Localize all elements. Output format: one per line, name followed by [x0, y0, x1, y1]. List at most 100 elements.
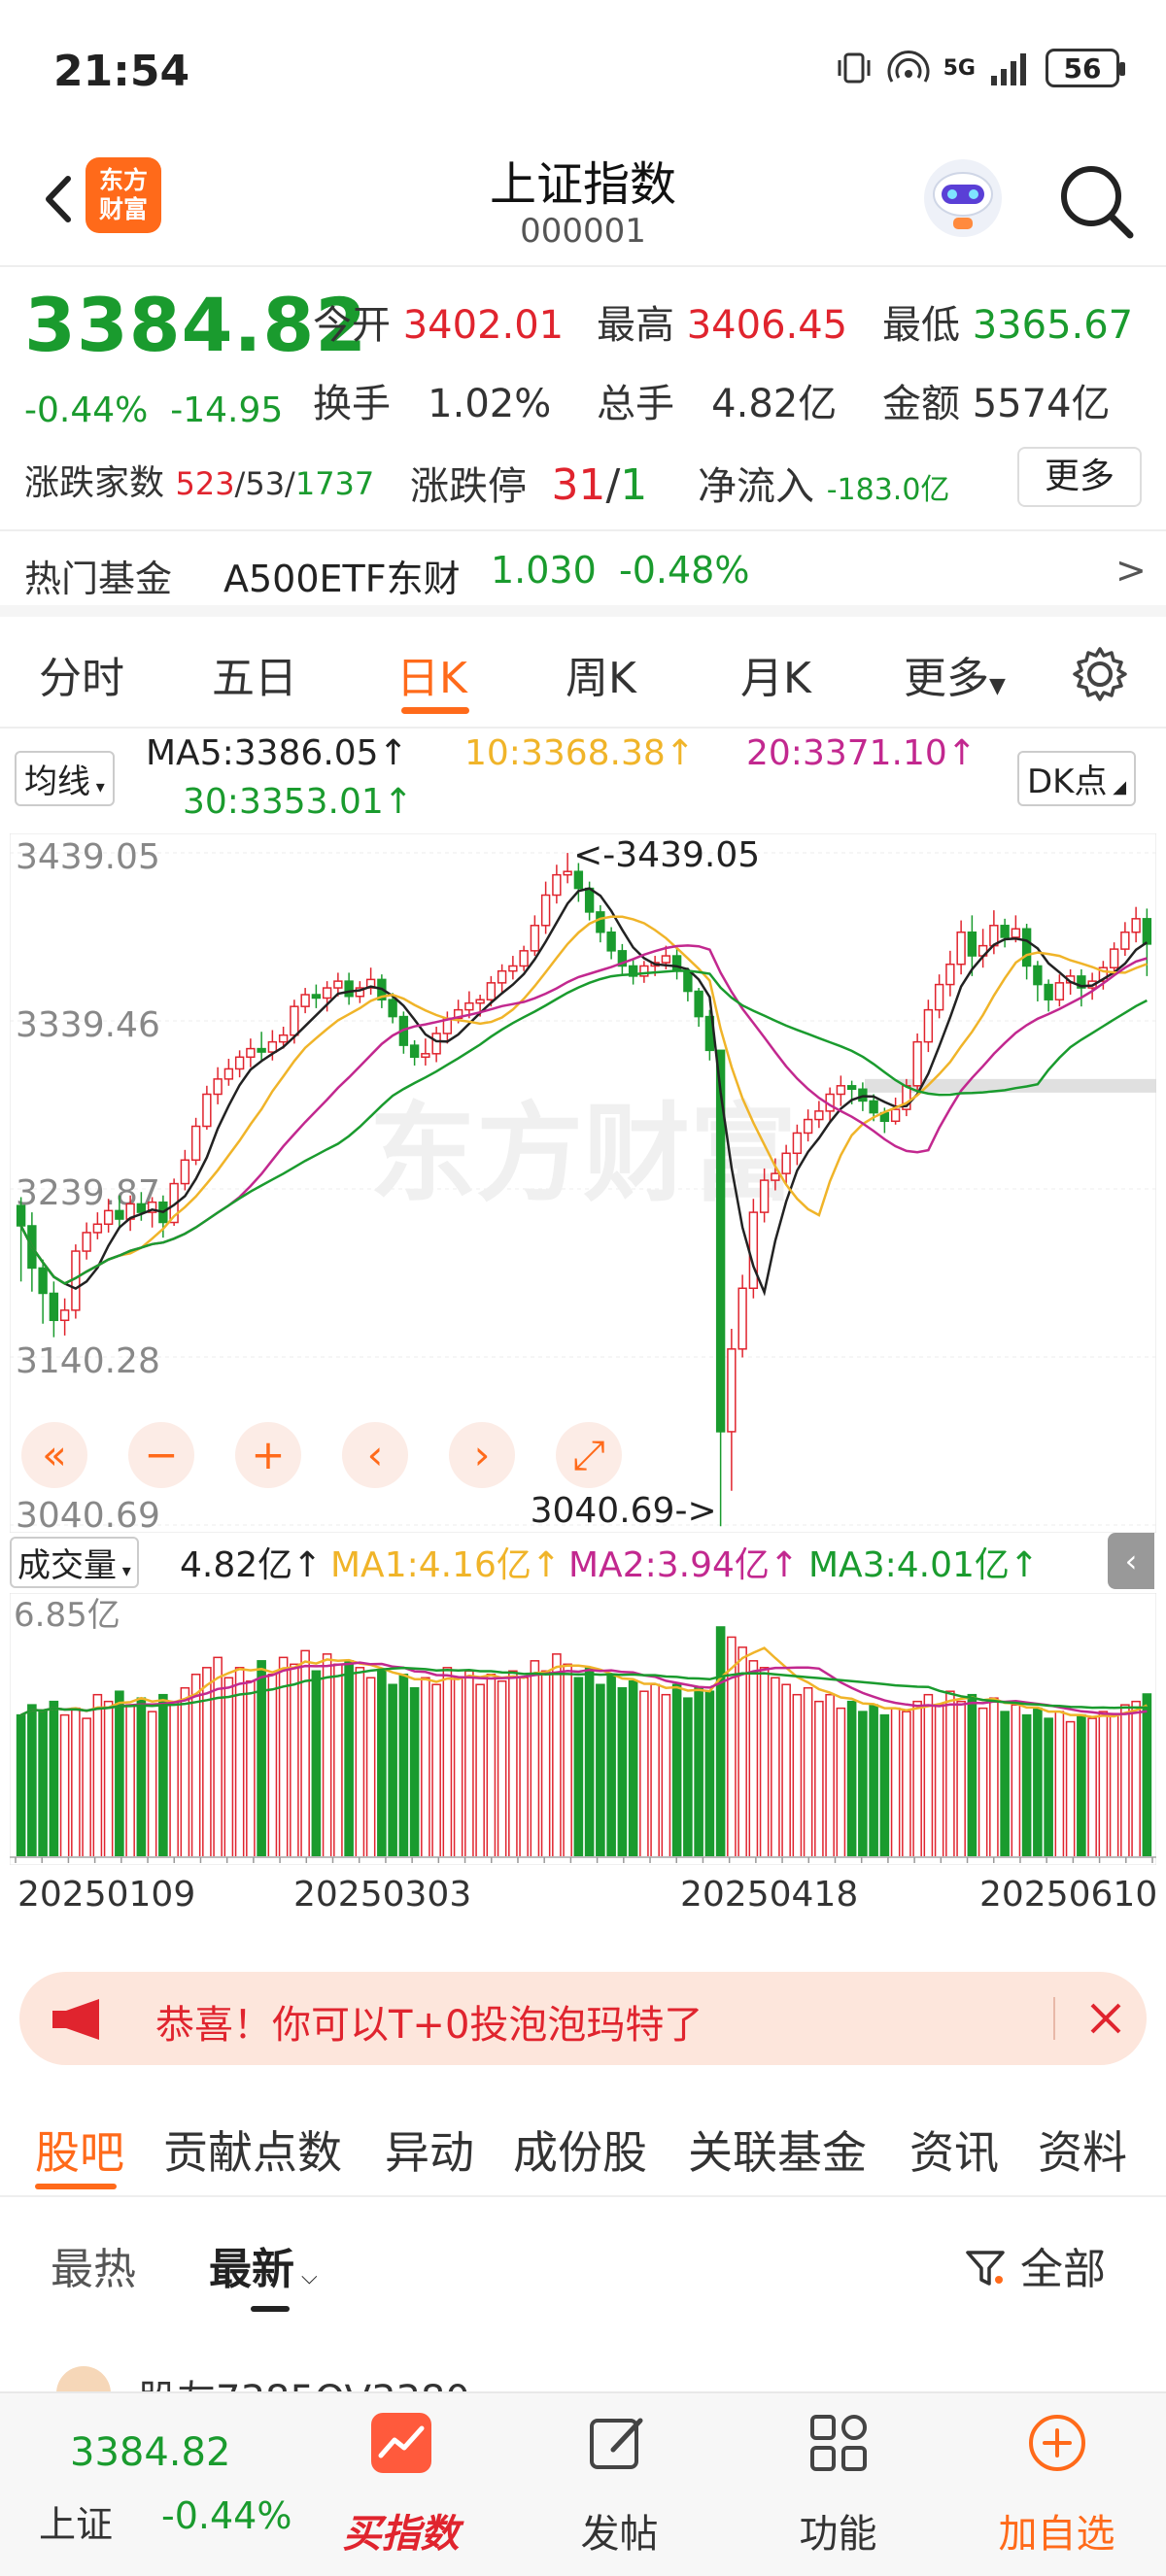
candle-body: [290, 1005, 299, 1036]
candle-body: [814, 1110, 824, 1121]
ma-selector[interactable]: 均线 ▾: [15, 751, 115, 806]
fullscreen-icon[interactable]: ⤢: [556, 1422, 622, 1488]
add-watchlist-button[interactable]: 加自选: [977, 2393, 1137, 2576]
sort-row: 最热 最新 ⌵ 全部: [0, 2197, 1166, 2333]
close-icon[interactable]: [1084, 1997, 1127, 2040]
filter-icon: [966, 2251, 1005, 2286]
volume-bar: [38, 1711, 48, 1858]
candle-body: [486, 982, 497, 1000]
vol-ma1: MA1:4.16亿↑: [330, 1545, 562, 1585]
volume-bar: [869, 1704, 878, 1858]
candle-body: [956, 931, 966, 966]
candle-body: [846, 1085, 857, 1091]
volume-bar: [125, 1704, 135, 1858]
tab-weekly-k[interactable]: 周K: [566, 643, 636, 705]
chevron-right-icon[interactable]: ›: [449, 1422, 515, 1488]
sort-hot[interactable]: 最热: [51, 2234, 136, 2296]
tab-five-day[interactable]: 五日: [212, 643, 297, 705]
quote-panel: 3384.82 -0.44% -14.95 今开 3402.01 最高 3406…: [0, 282, 1166, 520]
tab-profile[interactable]: 资料: [1038, 2118, 1127, 2182]
search-icon[interactable]: [1052, 157, 1140, 245]
collapse-panel-button[interactable]: ‹: [1108, 1533, 1154, 1589]
dk-point-selector[interactable]: DK点 ◢: [1017, 751, 1137, 806]
volume-selector[interactable]: 成交量 ▾: [10, 1537, 139, 1588]
tab-daily-k[interactable]: 日K: [396, 643, 467, 705]
volume-bar: [464, 1670, 474, 1858]
index-quote-mini[interactable]: 3384.82 上证 -0.44%: [0, 2393, 321, 2576]
sort-latest[interactable]: 最新 ⌵: [209, 2234, 318, 2296]
candle-body: [421, 1053, 430, 1059]
volume-bar: [246, 1679, 256, 1858]
candle-body: [508, 965, 518, 972]
tab-constituents[interactable]: 成份股: [513, 2118, 647, 2182]
volume-bar: [1131, 1700, 1141, 1858]
candle-body: [180, 1159, 190, 1185]
robot-assistant-icon[interactable]: [918, 153, 1008, 243]
volume-bar: [628, 1679, 638, 1858]
volume-bar: [956, 1700, 966, 1858]
zoom-out-icon[interactable]: −: [128, 1422, 194, 1488]
candle-body: [246, 1047, 256, 1059]
double-chevron-left-icon[interactable]: «: [21, 1422, 87, 1488]
more-stats-button[interactable]: 更多: [1017, 447, 1142, 507]
candle-body: [475, 999, 485, 1004]
tab-intraday[interactable]: 分时: [39, 643, 124, 705]
volume-bar: [49, 1700, 59, 1858]
ma10-value: 10:3368.38↑: [464, 733, 695, 773]
ma30-value: 30:3353.01↑: [183, 782, 413, 822]
tab-related-funds[interactable]: 关联基金: [688, 2118, 867, 2182]
post-button[interactable]: 发帖: [539, 2393, 700, 2576]
volume-bar: [858, 1711, 868, 1858]
svg-text:›: ›: [474, 1431, 491, 1478]
candle-body: [115, 1209, 124, 1220]
volume-bar: [1109, 1713, 1119, 1858]
volume-bar: [661, 1693, 671, 1858]
tab-contribution[interactable]: 贡献点数: [163, 2118, 342, 2182]
candle-body: [322, 987, 332, 1000]
open-stat: 今开 3402.01: [313, 303, 565, 348]
hot-fund-price: 1.030: [491, 549, 597, 592]
tab-anomaly[interactable]: 异动: [385, 2118, 474, 2182]
volume-bar: [322, 1653, 332, 1858]
volume-bar: [82, 1717, 91, 1858]
filter-all[interactable]: 全部: [964, 2234, 1106, 2296]
function-button[interactable]: 功能: [758, 2393, 918, 2576]
volume-value: 4.82亿↑: [180, 1545, 323, 1585]
candle-body: [661, 955, 671, 964]
promo-banner[interactable]: 恭喜！你可以T+0投泡泡玛特了: [19, 1972, 1147, 2065]
candle-body: [92, 1223, 103, 1234]
tab-news[interactable]: 资讯: [909, 2118, 999, 2182]
candle-body: [234, 1056, 245, 1070]
candle-body: [59, 1309, 70, 1322]
candle-body: [1120, 931, 1130, 950]
date-tick: 20250303: [293, 1875, 472, 1915]
limit-stat: 涨跌停 31/1: [410, 460, 648, 510]
volume-bar: [759, 1667, 770, 1858]
volume-bar: [890, 1707, 901, 1858]
hot-fund-row[interactable]: 热门基金 A500ETF东财 1.030 -0.48% >: [0, 529, 1166, 617]
volume-bar: [650, 1683, 660, 1858]
candle-body: [683, 969, 693, 993]
candle-body: [1142, 918, 1152, 945]
volume-stat: 总手 4.82亿: [597, 382, 838, 426]
vibrate-icon: [838, 52, 871, 84]
tab-monthly-k[interactable]: 月K: [740, 643, 811, 705]
zoom-in-icon[interactable]: +: [235, 1422, 301, 1488]
svg-text:−: −: [144, 1431, 178, 1478]
volume-chart[interactable]: 6.85亿: [10, 1593, 1156, 1865]
candle-body: [945, 963, 955, 986]
volume-bar: [1077, 1713, 1086, 1858]
tab-more[interactable]: 更多▼: [904, 643, 1006, 705]
divider: [1053, 1997, 1055, 2040]
candle-body: [1109, 948, 1119, 968]
volume-bar: [1098, 1711, 1109, 1858]
chevron-left-icon[interactable]: ‹: [342, 1422, 408, 1488]
candle-body: [540, 894, 551, 927]
candle-body: [257, 1047, 266, 1053]
buy-index-button[interactable]: 买指数: [321, 2393, 481, 2576]
candlestick-chart[interactable]: 3439.053339.463239.873140.283040.69东方财富<…: [10, 833, 1156, 1533]
chevron-right-icon: >: [1115, 549, 1147, 592]
battery-icon: 56: [1046, 49, 1125, 87]
gear-icon[interactable]: [1069, 643, 1131, 705]
tab-guba[interactable]: 股吧: [35, 2118, 124, 2182]
